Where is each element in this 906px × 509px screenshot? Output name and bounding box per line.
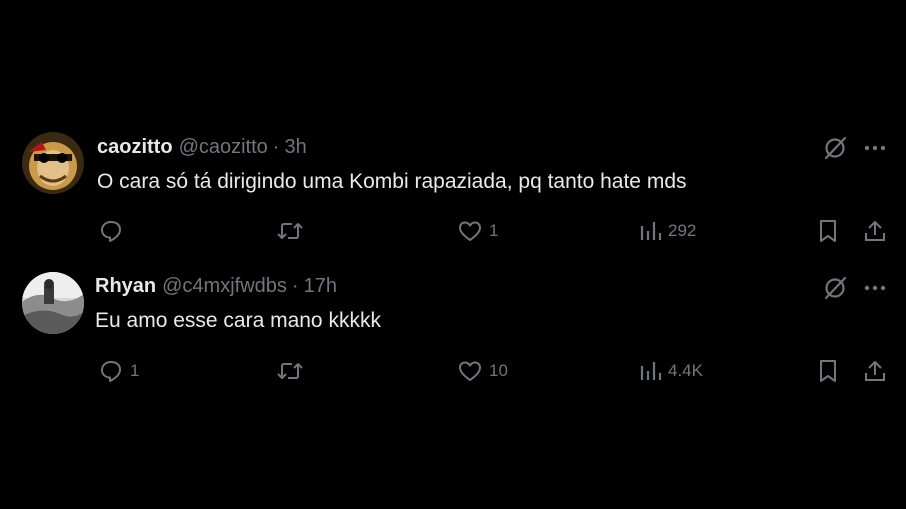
tweet-text: O cara só tá dirigindo uma Kombi rapazia… — [97, 170, 687, 193]
reply-icon — [101, 361, 121, 382]
display-name[interactable]: Rhyan — [95, 275, 156, 298]
like-count: 1 — [489, 221, 499, 240]
view-count: 292 — [668, 221, 697, 240]
bookmark-icon — [820, 360, 836, 382]
analytics-icon — [640, 362, 662, 380]
more-options-icon[interactable] — [862, 135, 888, 161]
tweet-header: Rhyan @c4mxjfwdbs · 17h — [95, 274, 337, 298]
heart-icon — [459, 361, 481, 381]
reply-icon — [101, 221, 121, 242]
analytics-icon — [640, 222, 662, 240]
retweet-icon — [277, 363, 303, 379]
reply-count: 1 — [130, 361, 140, 380]
separator-dot: · — [272, 135, 280, 158]
share-icon — [865, 361, 885, 381]
timestamp[interactable]: 3h — [284, 136, 306, 159]
tweet[interactable]: caozitto @caozitto · 3h O cara só tá dir… — [0, 125, 906, 255]
reply-button[interactable] — [98, 217, 130, 245]
user-handle[interactable]: @caozitto — [179, 136, 268, 159]
avatar[interactable] — [22, 132, 84, 194]
separator-dot: · — [291, 274, 299, 297]
tweet-actions: 1 292 — [0, 217, 906, 245]
retweet-icon — [277, 223, 303, 239]
views-button[interactable]: 292 — [638, 217, 696, 245]
grok-icon[interactable] — [822, 135, 848, 161]
like-button[interactable]: 10 — [457, 357, 508, 385]
bookmark-button[interactable] — [816, 217, 840, 245]
tweet[interactable]: Rhyan @c4mxjfwdbs · 17h Eu amo esse cara… — [0, 265, 906, 395]
tweet-header: caozitto @caozitto · 3h — [97, 135, 307, 159]
share-icon — [865, 221, 885, 241]
tweet-actions: 1 10 4.4K — [0, 357, 906, 385]
like-count: 10 — [489, 361, 508, 380]
share-button[interactable] — [862, 357, 888, 385]
bookmark-button[interactable] — [816, 357, 840, 385]
heart-icon — [459, 221, 481, 241]
retweet-button[interactable] — [276, 217, 310, 245]
more-options-icon[interactable] — [862, 275, 888, 301]
reply-button[interactable]: 1 — [98, 357, 139, 385]
view-count: 4.4K — [668, 361, 703, 380]
retweet-button[interactable] — [276, 357, 310, 385]
user-handle[interactable]: @c4mxjfwdbs — [162, 275, 287, 298]
timestamp[interactable]: 17h — [304, 275, 337, 298]
views-button[interactable]: 4.4K — [638, 357, 703, 385]
tweet-text: Eu amo esse cara mano kkkkk — [95, 309, 381, 332]
grok-icon[interactable] — [822, 275, 848, 301]
bookmark-icon — [820, 220, 836, 242]
avatar[interactable] — [22, 272, 84, 334]
share-button[interactable] — [862, 217, 888, 245]
like-button[interactable]: 1 — [457, 217, 498, 245]
display-name[interactable]: caozitto — [97, 136, 173, 159]
